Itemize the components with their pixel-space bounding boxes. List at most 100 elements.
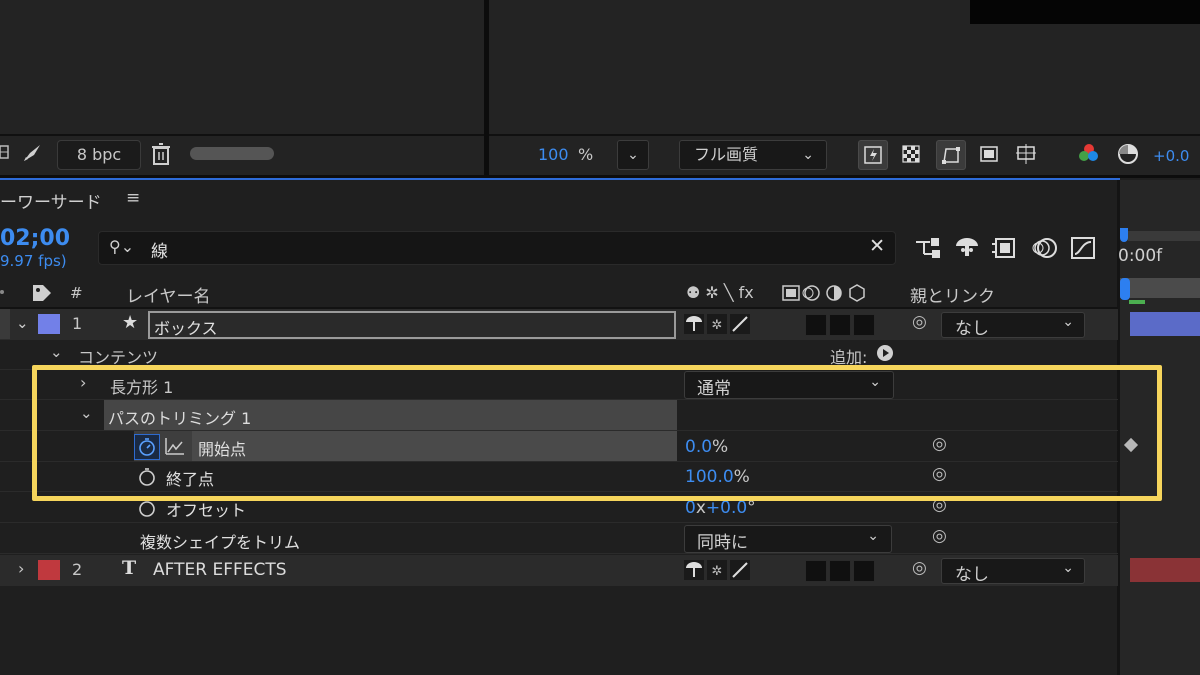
zoom-dropdown-button[interactable]: ⌄ xyxy=(617,140,649,170)
panel-menu-icon[interactable]: ≡ xyxy=(126,188,140,208)
adjustment-layer-switch[interactable] xyxy=(829,560,851,582)
motion-blur-switch[interactable] xyxy=(805,560,827,582)
zoom-value[interactable]: 100 xyxy=(538,145,569,164)
exposure-value[interactable]: +0.0 xyxy=(1153,147,1189,165)
property-value-separator: x xyxy=(695,498,706,518)
motion-blur-switch[interactable] xyxy=(805,314,827,336)
row-separator xyxy=(0,522,1118,523)
av-features-column-icon xyxy=(0,283,8,301)
trash-icon[interactable] xyxy=(151,143,171,165)
viewer-canvas-edge xyxy=(970,0,1200,24)
layer-name-field[interactable]: ボックス xyxy=(148,311,676,339)
text-layer-icon: T xyxy=(122,557,137,579)
add-content-play-icon[interactable] xyxy=(876,344,894,366)
grid-guide-options-icon[interactable] xyxy=(1013,140,1041,168)
transparency-grid-icon[interactable] xyxy=(897,140,925,168)
layer-label-color[interactable] xyxy=(38,314,60,334)
switches-header-label: ⚉ ✲ ╲ fx xyxy=(686,283,754,302)
3d-layer-switch[interactable] xyxy=(853,560,875,582)
chevron-down-icon: ⌄ xyxy=(1062,314,1074,330)
render-queue-icon[interactable] xyxy=(20,141,44,165)
shy-layers-icon[interactable] xyxy=(953,236,981,260)
resolution-label: フル画質 xyxy=(694,145,759,164)
bit-depth-button[interactable]: 8 bpc xyxy=(57,140,141,170)
parent-value: なし xyxy=(955,565,989,585)
svg-text:✲: ✲ xyxy=(712,318,723,333)
shape-layer-star-icon: ★ xyxy=(122,312,139,333)
layer-row[interactable]: › 2 T AFTER EFFECTS ✲ ◎ なし ⌄ xyxy=(0,555,1118,585)
chevron-down-icon[interactable]: ⌄ xyxy=(50,343,63,361)
row-separator xyxy=(0,339,1118,340)
parent-dropdown[interactable]: なし ⌄ xyxy=(941,558,1085,585)
column-parent-link-header[interactable]: 親とリンク xyxy=(910,282,995,307)
layer-name[interactable]: ボックス xyxy=(154,315,218,339)
row-separator xyxy=(0,553,1118,554)
parent-value: なし xyxy=(955,319,989,339)
time-ruler-label: 0:00f xyxy=(1118,246,1163,266)
current-timecode[interactable]: 02;00 xyxy=(0,226,70,251)
clear-search-icon[interactable]: ✕ xyxy=(869,235,885,257)
layer-row[interactable]: ⌄ 1 ★ ボックス ✲ ◎ なし ⌄ xyxy=(0,309,1118,339)
label-tag-icon[interactable] xyxy=(32,284,52,306)
cache-indicator xyxy=(1129,300,1145,304)
time-navigator-bar[interactable] xyxy=(1128,231,1200,241)
property-value-number[interactable]: 0 xyxy=(685,498,696,518)
layer-index: 2 xyxy=(72,560,83,579)
chevron-down-icon: ⌄ xyxy=(867,528,879,544)
frame-blending-icon[interactable] xyxy=(992,236,1020,260)
flowchart-icon[interactable] xyxy=(0,144,10,160)
chevron-down-icon: ⌄ xyxy=(627,147,639,163)
layer-name[interactable]: AFTER EFFECTS xyxy=(153,560,287,580)
timeline-tab-title[interactable]: ーワーサード xyxy=(0,188,102,213)
pickwhip-icon[interactable]: ◎ xyxy=(912,312,927,332)
av-switch-cell[interactable] xyxy=(0,309,10,339)
comp-mini-flowchart-icon[interactable] xyxy=(914,236,942,260)
layer-duration-bar[interactable] xyxy=(1130,558,1200,582)
thumbnail-slider[interactable] xyxy=(190,147,274,160)
motion-blur-icon[interactable] xyxy=(1031,236,1059,260)
chevron-right-icon[interactable]: › xyxy=(18,559,24,578)
resolution-dropdown[interactable]: フル画質 ⌄ xyxy=(679,140,827,170)
search-icon[interactable]: ⚲⌄ xyxy=(109,237,134,256)
trim-mode-value: 同時に xyxy=(697,533,748,553)
chevron-down-icon[interactable]: ⌄ xyxy=(16,314,29,332)
switches-header-icons xyxy=(782,284,878,306)
time-navigator-start-handle[interactable] xyxy=(1120,228,1128,242)
layer-switches[interactable]: ✲ xyxy=(684,560,752,584)
svg-text:✲: ✲ xyxy=(712,564,723,579)
trim-mode-dropdown[interactable]: 同時に ⌄ xyxy=(684,525,892,553)
parent-dropdown[interactable]: なし ⌄ xyxy=(941,312,1085,339)
project-toolbar-separator xyxy=(0,134,484,136)
layer-duration-bar[interactable] xyxy=(1130,312,1200,336)
pickwhip-icon[interactable]: ◎ xyxy=(912,558,927,578)
property-value-number-2[interactable]: +0.0 xyxy=(706,498,747,518)
row-separator xyxy=(0,585,1118,586)
fast-preview-icon[interactable] xyxy=(858,140,888,170)
mask-path-visibility-icon[interactable] xyxy=(936,140,966,170)
chevron-down-icon: ⌄ xyxy=(1062,560,1074,576)
search-input-value[interactable]: 線 xyxy=(151,237,168,262)
3d-layer-switch[interactable] xyxy=(853,314,875,336)
playhead[interactable] xyxy=(1120,278,1130,300)
work-area-bar[interactable] xyxy=(1120,278,1200,298)
trim-multiple-shapes-label: 複数シェイプをトリム xyxy=(140,533,301,552)
reset-exposure-icon[interactable] xyxy=(1116,142,1140,166)
layer-label-color[interactable] xyxy=(38,560,60,580)
channel-rgb-icon[interactable] xyxy=(1077,142,1101,166)
column-header-row: # レイヤー名 ⚉ ✲ ╲ fx 親とリンク xyxy=(0,279,1118,307)
adjustment-layer-switch[interactable] xyxy=(829,314,851,336)
zoom-unit: % xyxy=(578,145,594,164)
region-of-interest-icon[interactable] xyxy=(975,140,1003,168)
column-index-header[interactable]: # xyxy=(70,284,83,302)
chevron-down-icon: ⌄ xyxy=(802,147,814,163)
layer-index: 1 xyxy=(72,314,83,333)
layer-search-field[interactable]: ⚲⌄ 線 ✕ xyxy=(98,231,896,265)
column-layer-name-header[interactable]: レイヤー名 xyxy=(126,282,211,307)
pickwhip-icon[interactable]: ◎ xyxy=(932,526,947,546)
graph-editor-icon[interactable] xyxy=(1070,236,1098,260)
property-value[interactable]: 0x+0.0° xyxy=(685,498,756,518)
trim-multiple-shapes-row[interactable]: 複数シェイプをトリム 同時に ⌄ ◎ xyxy=(0,523,1118,553)
viewer-toolbar-separator xyxy=(489,134,1200,136)
highlight-annotation-box xyxy=(32,365,1162,501)
layer-switches[interactable]: ✲ xyxy=(684,314,752,338)
